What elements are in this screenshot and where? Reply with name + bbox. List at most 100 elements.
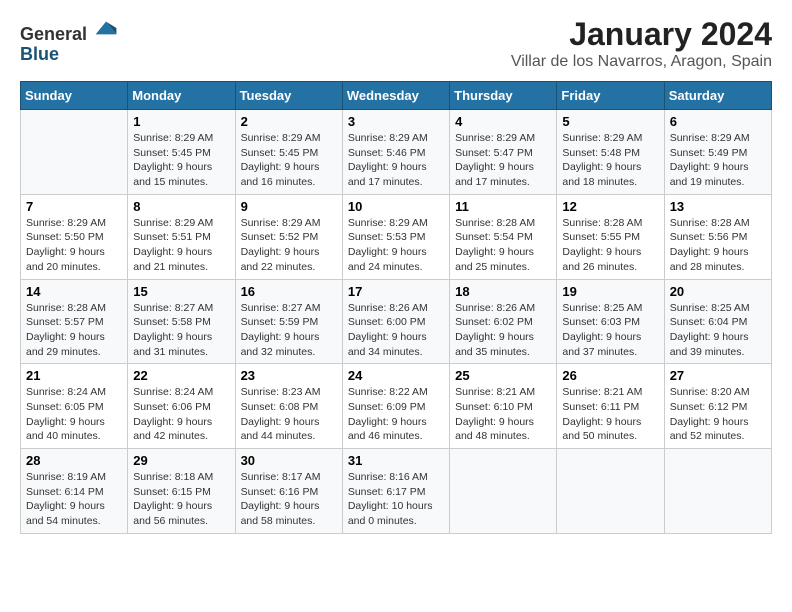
day-info: Sunrise: 8:25 AMSunset: 6:04 PMDaylight:… [670, 301, 766, 360]
daylight-text: Daylight: 9 hours and 15 minutes. [133, 161, 212, 188]
daylight-text: Daylight: 9 hours and 34 minutes. [348, 331, 427, 358]
day-number: 22 [133, 368, 229, 383]
sunset-text: Sunset: 5:58 PM [133, 316, 211, 328]
day-number: 20 [670, 284, 766, 299]
days-of-week-header: SundayMondayTuesdayWednesdayThursdayFrid… [21, 82, 772, 110]
day-info: Sunrise: 8:22 AMSunset: 6:09 PMDaylight:… [348, 385, 444, 444]
sunrise-text: Sunrise: 8:29 AM [455, 132, 535, 144]
day-number: 30 [241, 453, 337, 468]
daylight-text: Daylight: 9 hours and 56 minutes. [133, 500, 212, 527]
day-number: 24 [348, 368, 444, 383]
calendar-cell: 3Sunrise: 8:29 AMSunset: 5:46 PMDaylight… [342, 110, 449, 195]
sunset-text: Sunset: 6:05 PM [26, 401, 104, 413]
sunrise-text: Sunrise: 8:23 AM [241, 386, 321, 398]
sunrise-text: Sunrise: 8:25 AM [670, 302, 750, 314]
day-of-week-header: Sunday [21, 82, 128, 110]
sunrise-text: Sunrise: 8:27 AM [241, 302, 321, 314]
day-info: Sunrise: 8:28 AMSunset: 5:57 PMDaylight:… [26, 301, 122, 360]
sunset-text: Sunset: 6:08 PM [241, 401, 319, 413]
day-number: 2 [241, 114, 337, 129]
sunset-text: Sunset: 6:17 PM [348, 486, 426, 498]
day-number: 4 [455, 114, 551, 129]
day-info: Sunrise: 8:28 AMSunset: 5:55 PMDaylight:… [562, 216, 658, 275]
calendar-cell: 26Sunrise: 8:21 AMSunset: 6:11 PMDayligh… [557, 364, 664, 449]
sunset-text: Sunset: 6:06 PM [133, 401, 211, 413]
daylight-text: Daylight: 9 hours and 21 minutes. [133, 246, 212, 273]
day-number: 8 [133, 199, 229, 214]
sunrise-text: Sunrise: 8:29 AM [241, 217, 321, 229]
daylight-text: Daylight: 9 hours and 48 minutes. [455, 416, 534, 443]
day-number: 18 [455, 284, 551, 299]
daylight-text: Daylight: 9 hours and 22 minutes. [241, 246, 320, 273]
day-number: 12 [562, 199, 658, 214]
day-info: Sunrise: 8:16 AMSunset: 6:17 PMDaylight:… [348, 470, 444, 529]
calendar-week-row: 14Sunrise: 8:28 AMSunset: 5:57 PMDayligh… [21, 279, 772, 364]
sunset-text: Sunset: 6:03 PM [562, 316, 640, 328]
day-number: 9 [241, 199, 337, 214]
day-info: Sunrise: 8:27 AMSunset: 5:58 PMDaylight:… [133, 301, 229, 360]
calendar-cell: 30 Sunrise: 8:17 AMSunset: 6:16 PMDayligh… [235, 449, 342, 534]
sunrise-text: Sunrise: 8:21 AM [562, 386, 642, 398]
day-number: 26 [562, 368, 658, 383]
daylight-text: Daylight: 9 hours and 37 minutes. [562, 331, 641, 358]
subtitle: Villar de los Navarros, Aragon, Spain [511, 53, 772, 71]
calendar-cell: 4Sunrise: 8:29 AMSunset: 5:47 PMDaylight… [450, 110, 557, 195]
sunset-text: Sunset: 5:52 PM [241, 231, 319, 243]
sunrise-text: Sunrise: 8:24 AM [26, 386, 106, 398]
daylight-text: Daylight: 9 hours and 35 minutes. [455, 331, 534, 358]
calendar-cell: 28Sunrise: 8:19 AMSunset: 6:14 PMDayligh… [21, 449, 128, 534]
calendar-week-row: 1Sunrise: 8:29 AMSunset: 5:45 PMDaylight… [21, 110, 772, 195]
calendar-cell: 16Sunrise: 8:27 AMSunset: 5:59 PMDayligh… [235, 279, 342, 364]
sunrise-text: Sunrise: 8:29 AM [670, 132, 750, 144]
day-info: Sunrise: 8:29 AMSunset: 5:45 PMDaylight:… [241, 131, 337, 190]
calendar-cell: 17Sunrise: 8:26 AMSunset: 6:00 PMDayligh… [342, 279, 449, 364]
sunrise-text: Sunrise: 8:29 AM [241, 132, 321, 144]
daylight-text: Daylight: 9 hours and 24 minutes. [348, 246, 427, 273]
sunset-text: Sunset: 5:50 PM [26, 231, 104, 243]
day-info: Sunrise: 8:28 AMSunset: 5:54 PMDaylight:… [455, 216, 551, 275]
day-number: 6 [670, 114, 766, 129]
calendar-cell: 24 Sunrise: 8:22 AMSunset: 6:09 PMDayligh… [342, 364, 449, 449]
sunset-text: Sunset: 5:51 PM [133, 231, 211, 243]
calendar-cell: 6Sunrise: 8:29 AMSunset: 5:49 PMDaylight… [664, 110, 771, 195]
sunset-text: Sunset: 6:11 PM [562, 401, 639, 413]
sunset-text: Sunset: 5:45 PM [133, 147, 211, 159]
daylight-text: Daylight: 9 hours and 17 minutes. [455, 161, 534, 188]
sunrise-text: Sunrise: 8:28 AM [562, 217, 642, 229]
sunrise-text: Sunrise: 8:26 AM [348, 302, 428, 314]
calendar-week-row: 28Sunrise: 8:19 AMSunset: 6:14 PMDayligh… [21, 449, 772, 534]
day-number: 29 [133, 453, 229, 468]
calendar-cell: 27Sunrise: 8:20 AMSunset: 6:12 PMDayligh… [664, 364, 771, 449]
calendar-cell: 18 Sunrise: 8:26 AMSunset: 6:02 PMDayligh… [450, 279, 557, 364]
day-of-week-header: Saturday [664, 82, 771, 110]
sunset-text: Sunset: 5:59 PM [241, 316, 319, 328]
day-info: Sunrise: 8:17 AMSunset: 6:16 PMDaylight:… [241, 470, 337, 529]
sunset-text: Sunset: 5:55 PM [562, 231, 640, 243]
calendar-cell [21, 110, 128, 195]
daylight-text: Daylight: 9 hours and 17 minutes. [348, 161, 427, 188]
daylight-text: Daylight: 9 hours and 25 minutes. [455, 246, 534, 273]
calendar-cell: 15Sunrise: 8:27 AMSunset: 5:58 PMDayligh… [128, 279, 235, 364]
logo-blue-text: Blue [20, 45, 118, 65]
daylight-text: Daylight: 9 hours and 44 minutes. [241, 416, 320, 443]
calendar-cell [664, 449, 771, 534]
calendar-cell: 13Sunrise: 8:28 AMSunset: 5:56 PMDayligh… [664, 194, 771, 279]
calendar-cell: 2 Sunrise: 8:29 AMSunset: 5:45 PMDaylight… [235, 110, 342, 195]
day-info: Sunrise: 8:26 AMSunset: 6:02 PMDaylight:… [455, 301, 551, 360]
sunrise-text: Sunrise: 8:26 AM [455, 302, 535, 314]
calendar-cell: 5Sunrise: 8:29 AMSunset: 5:48 PMDaylight… [557, 110, 664, 195]
sunset-text: Sunset: 5:57 PM [26, 316, 104, 328]
sunrise-text: Sunrise: 8:21 AM [455, 386, 535, 398]
day-info: Sunrise: 8:29 AMSunset: 5:48 PMDaylight:… [562, 131, 658, 190]
day-info: Sunrise: 8:24 AMSunset: 6:05 PMDaylight:… [26, 385, 122, 444]
day-info: Sunrise: 8:29 AM Sunset: 5:52 PM Daylight:… [241, 216, 337, 275]
day-info: Sunrise: 8:23 AM Sunset: 6:08 PM Daylight:… [241, 385, 337, 444]
day-number: 11 [455, 199, 551, 214]
sunset-text: Sunset: 6:04 PM [670, 316, 748, 328]
sunrise-text: Sunrise: 8:27 AM [133, 302, 213, 314]
day-number: 28 [26, 453, 122, 468]
sunset-text: Sunset: 5:48 PM [562, 147, 640, 159]
day-info: Sunrise: 8:29 AMSunset: 5:50 PMDaylight:… [26, 216, 122, 275]
sunrise-text: Sunrise: 8:29 AM [133, 132, 213, 144]
daylight-text: Daylight: 9 hours and 58 minutes. [241, 500, 320, 527]
